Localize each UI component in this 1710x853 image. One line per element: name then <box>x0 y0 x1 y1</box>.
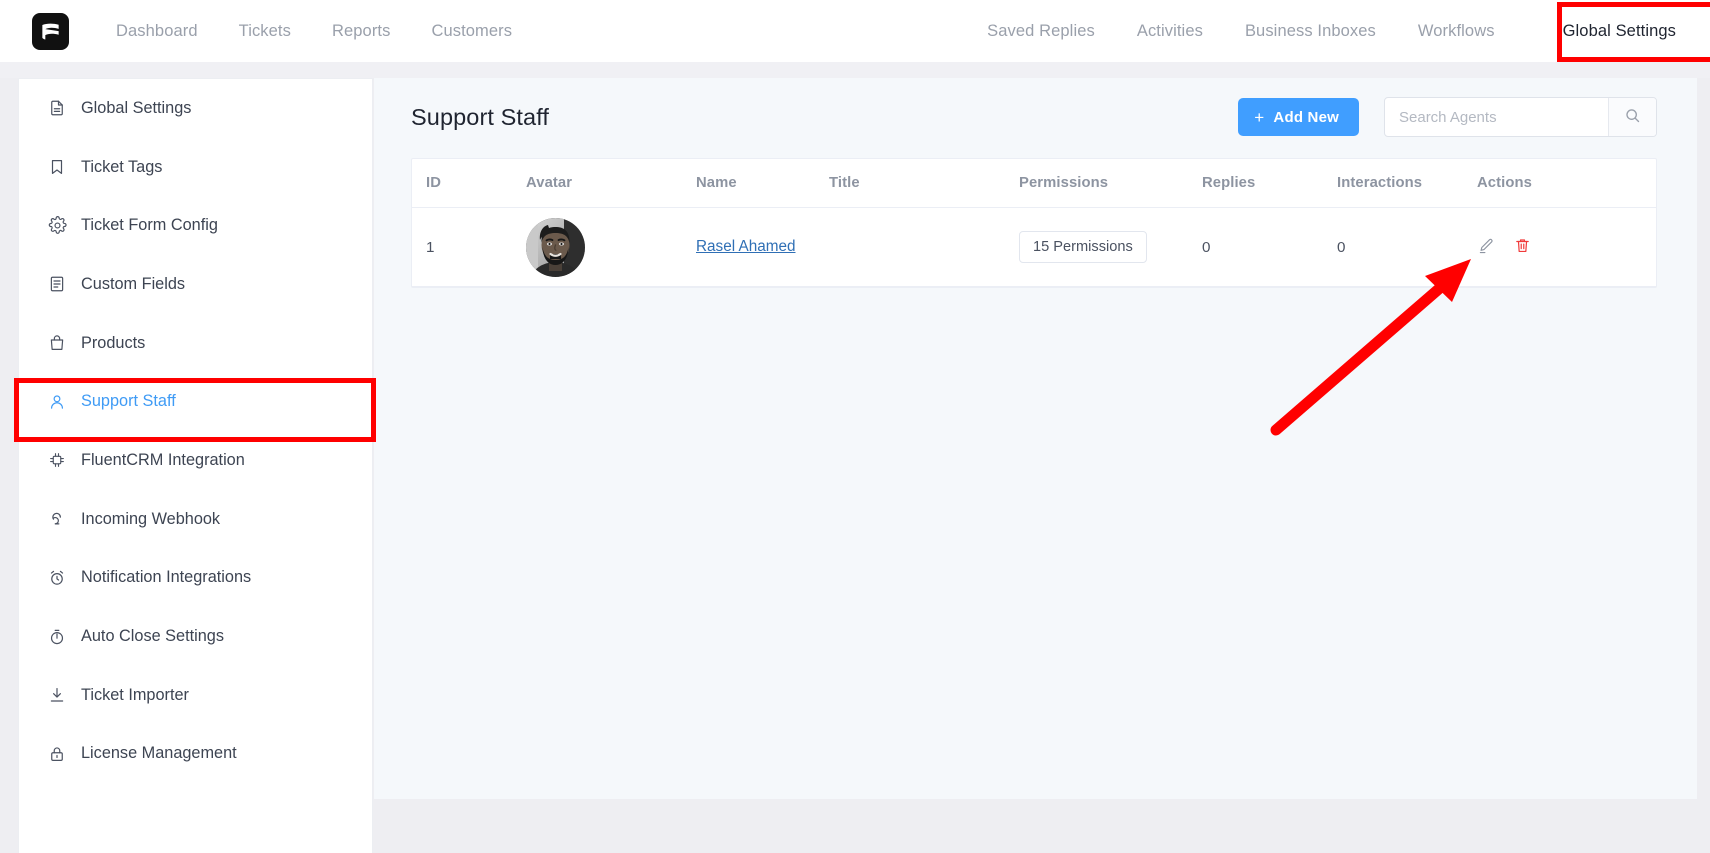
gear-icon <box>46 215 68 237</box>
delete-icon <box>1514 237 1531 257</box>
chip-icon <box>46 449 68 471</box>
permissions-badge[interactable]: 15 Permissions <box>1019 231 1147 263</box>
nav-item-customers[interactable]: Customers <box>431 0 512 62</box>
cell-avatar <box>526 207 696 287</box>
cell-actions <box>1477 207 1656 287</box>
top-navigation-bar: Dashboard Tickets Reports Customers Save… <box>0 0 1710 62</box>
column-header-id: ID <box>412 159 526 208</box>
download-icon <box>46 684 68 706</box>
column-header-interactions: Interactions <box>1337 159 1477 208</box>
sidebar-item-label: Products <box>81 333 146 352</box>
page-body: Global Settings Ticket Tags Ticket Form … <box>0 62 1710 853</box>
table-header-row: ID Avatar Name Title Permissions Replies… <box>412 159 1656 208</box>
sidebar-item-ticket-form-config[interactable]: Ticket Form Config <box>19 196 372 255</box>
sidebar-item-ticket-importer[interactable]: Ticket Importer <box>19 666 372 725</box>
cell-title <box>829 207 1019 287</box>
sidebar-item-label: Notification Integrations <box>81 568 252 587</box>
staff-table: ID Avatar Name Title Permissions Replies… <box>412 159 1656 287</box>
column-header-title: Title <box>829 159 1019 208</box>
column-header-replies: Replies <box>1202 159 1337 208</box>
search-button[interactable] <box>1608 98 1656 136</box>
search-agents-group <box>1384 97 1657 137</box>
plus-icon: + <box>1254 107 1265 127</box>
table-body: 1 Rasel Ahamed 15 Permissions 0 0 <box>412 207 1656 287</box>
nav-item-workflows[interactable]: Workflows <box>1418 0 1495 62</box>
sidebar-item-label: FluentCRM Integration <box>81 450 245 469</box>
search-icon <box>1624 107 1641 127</box>
sidebar-item-label: Incoming Webhook <box>81 509 221 528</box>
page-title: Support Staff <box>411 103 550 130</box>
sidebar-item-label: License Management <box>81 744 237 763</box>
header-actions: + Add New <box>1238 97 1657 137</box>
nav-item-business-inboxes[interactable]: Business Inboxes <box>1245 0 1376 62</box>
cell-interactions: 0 <box>1337 207 1477 287</box>
edit-icon <box>1477 237 1495 258</box>
sidebar-item-license-management[interactable]: License Management <box>19 725 372 784</box>
sidebar-item-custom-fields[interactable]: Custom Fields <box>19 255 372 314</box>
sidebar-item-ticket-tags[interactable]: Ticket Tags <box>19 138 372 197</box>
cell-permissions: 15 Permissions <box>1019 207 1202 287</box>
sidebar-item-support-staff[interactable]: Support Staff <box>19 372 372 431</box>
staff-table-card: ID Avatar Name Title Permissions Replies… <box>411 158 1657 288</box>
alarm-icon <box>46 567 68 589</box>
row-actions <box>1477 237 1656 258</box>
sidebar-item-fluentcrm-integration[interactable]: FluentCRM Integration <box>19 431 372 490</box>
sidebar-item-incoming-webhook[interactable]: Incoming Webhook <box>19 490 372 549</box>
sidebar-item-products[interactable]: Products <box>19 314 372 373</box>
document-icon <box>46 97 68 119</box>
sidebar-item-label: Ticket Importer <box>81 685 189 704</box>
sidebar-item-notification-integrations[interactable]: Notification Integrations <box>19 549 372 608</box>
nav-item-reports[interactable]: Reports <box>332 0 390 62</box>
list-doc-icon <box>46 273 68 295</box>
cell-name: Rasel Ahamed <box>696 207 829 287</box>
cell-replies: 0 <box>1202 207 1337 287</box>
sidebar-item-label: Auto Close Settings <box>81 627 224 646</box>
table-row: 1 Rasel Ahamed 15 Permissions 0 0 <box>412 207 1656 287</box>
column-header-actions: Actions <box>1477 159 1656 208</box>
cell-id: 1 <box>412 207 526 287</box>
webhook-icon <box>46 508 68 530</box>
sidebar-item-label: Ticket Form Config <box>81 216 218 235</box>
content-header: Support Staff + Add New <box>374 78 1697 137</box>
nav-item-global-settings[interactable]: Global Settings <box>1563 0 1676 62</box>
fluent-support-logo-icon[interactable] <box>32 12 69 50</box>
main-content: Support Staff + Add New Search Agents ID… <box>374 78 1697 799</box>
sidebar-item-global-settings[interactable]: Global Settings <box>19 79 372 138</box>
nav-item-saved-replies[interactable]: Saved Replies <box>987 0 1095 62</box>
bag-icon <box>46 332 68 354</box>
nav-item-activities[interactable]: Activities <box>1137 0 1203 62</box>
nav-item-dashboard[interactable]: Dashboard <box>116 0 198 62</box>
secondary-nav: Saved Replies Activities Business Inboxe… <box>987 0 1710 62</box>
add-new-button[interactable]: + Add New <box>1238 98 1359 136</box>
search-input[interactable] <box>1385 98 1608 136</box>
avatar <box>526 217 585 277</box>
lock-icon <box>46 743 68 765</box>
staff-name-link[interactable]: Rasel Ahamed <box>696 238 796 255</box>
sidebar-item-label: Global Settings <box>81 98 192 117</box>
app-root: Dashboard Tickets Reports Customers Save… <box>0 0 1710 853</box>
add-new-label: Add New <box>1273 108 1339 126</box>
table-head: ID Avatar Name Title Permissions Replies… <box>412 159 1656 208</box>
sidebar-item-label: Ticket Tags <box>81 157 163 176</box>
sidebar-item-label: Custom Fields <box>81 274 186 293</box>
sidebar-item-label: Support Staff <box>81 392 176 411</box>
delete-button[interactable] <box>1514 237 1531 257</box>
settings-sidebar: Global Settings Ticket Tags Ticket Form … <box>18 78 373 853</box>
sidebar-item-auto-close-settings[interactable]: Auto Close Settings <box>19 607 372 666</box>
user-icon <box>46 391 68 413</box>
bookmark-icon <box>46 156 68 178</box>
column-header-permissions: Permissions <box>1019 159 1202 208</box>
edit-button[interactable] <box>1477 237 1495 258</box>
stopwatch-icon <box>46 626 68 648</box>
column-header-name: Name <box>696 159 829 208</box>
primary-nav: Dashboard Tickets Reports Customers <box>116 0 512 62</box>
column-header-avatar: Avatar <box>526 159 696 208</box>
nav-item-tickets[interactable]: Tickets <box>239 0 291 62</box>
